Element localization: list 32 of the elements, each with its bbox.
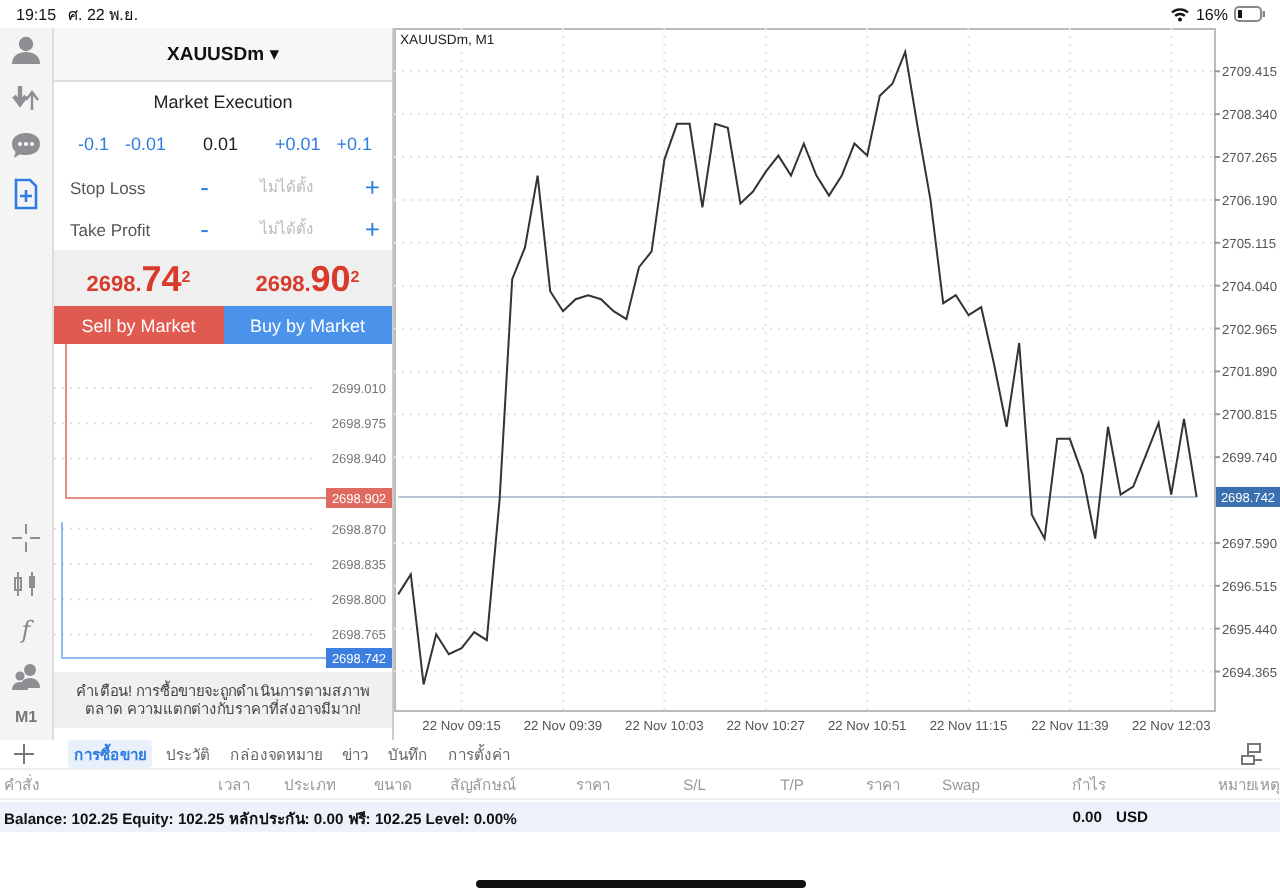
- symbol-selector[interactable]: XAUUSDm ▾: [167, 43, 279, 65]
- chat-icon[interactable]: [10, 130, 42, 162]
- document-plus-icon[interactable]: [10, 178, 42, 210]
- plus-button[interactable]: +: [360, 217, 384, 241]
- timeframe-button[interactable]: M1: [14, 706, 38, 730]
- volume-value: 0.01: [200, 134, 240, 154]
- volume-step-button[interactable]: +0.1: [328, 134, 380, 154]
- bid-price: 2698.74$^{2}$: [84, 264, 193, 304]
- arrows-icon[interactable]: [10, 82, 42, 114]
- plus-button[interactable]: +: [360, 175, 384, 199]
- buy-button[interactable]: Buy by Market: [223, 306, 392, 344]
- layout-icon[interactable]: [1240, 742, 1264, 766]
- minus-button[interactable]: -: [196, 217, 213, 241]
- battery-level: 16%: [1195, 5, 1228, 23]
- wifi-icon: [1169, 6, 1190, 22]
- volume-step-button[interactable]: -0.1: [70, 134, 118, 154]
- person-icon[interactable]: [10, 34, 42, 66]
- plus-icon[interactable]: [12, 742, 36, 766]
- execution-type: Market Execution: [153, 92, 293, 112]
- ask-price: 2698.90$^{2}$: [253, 264, 362, 304]
- function-button[interactable]: f: [21, 614, 31, 646]
- volume-step-button[interactable]: +0.01: [266, 134, 329, 154]
- date: ศ. 22 พ.ย.: [68, 3, 139, 27]
- clock: 19:15: [16, 5, 57, 23]
- crosshair-icon[interactable]: [10, 522, 42, 554]
- minus-button[interactable]: -: [196, 175, 213, 199]
- field-label: Stop Loss: [70, 177, 148, 197]
- people-icon[interactable]: [10, 660, 42, 692]
- field-label: Take Profit: [70, 219, 153, 239]
- battery-icon: [1234, 6, 1266, 22]
- volume-step-button[interactable]: -0.01: [117, 134, 175, 154]
- sell-button[interactable]: Sell by Market: [54, 306, 223, 344]
